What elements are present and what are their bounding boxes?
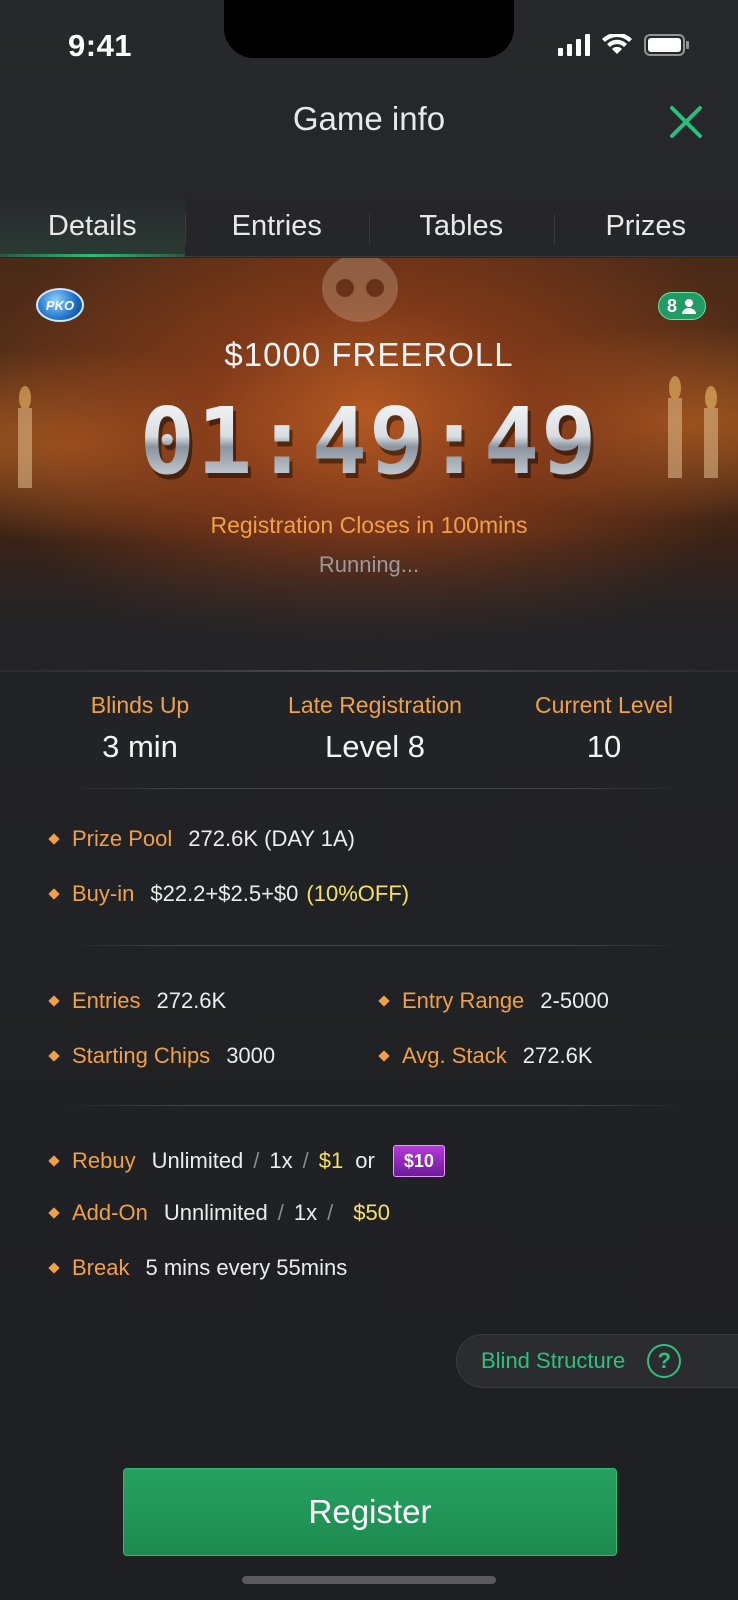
diamond-bullet-icon [48,1262,60,1274]
stat-late-registration: Late Registration Level 8 [280,692,470,765]
home-indicator [242,1576,496,1584]
entry-range-row: Entry Range 2-5000 [378,988,609,1014]
close-icon [670,106,702,138]
rebuy-or: or [355,1148,375,1173]
tournament-banner: PKO 8 $1000 FREEROLL 01:49:49 01:49:49 R… [0,258,738,670]
tab-entries[interactable]: Entries [184,192,370,256]
avg-stack-row: Avg. Stack 272.6K [378,1043,593,1069]
addon-limit: Unnlimited [163,1200,268,1225]
stat-current-level: Current Level 10 [470,692,738,765]
section-divider [0,670,738,672]
diamond-bullet-icon [378,1050,390,1062]
stat-value: 10 [586,729,622,764]
diamond-bullet-icon [48,1155,60,1167]
tab-tables[interactable]: Tables [369,192,554,256]
person-icon [682,299,696,314]
addon-count: 1x [293,1200,318,1225]
banner-fade [0,530,738,670]
break-label: Break [72,1255,130,1280]
registration-closes-text: Registration Closes in 100mins [210,512,528,538]
entries-label: Entries [72,988,141,1013]
divider [60,788,690,789]
separator: / [302,1148,309,1173]
wifi-icon [602,34,632,54]
page-title: Game info [292,100,446,137]
stat-label: Current Level [534,692,674,718]
prize-pool-value: 272.6K (DAY 1A) [188,826,355,851]
starting-chips-value: 3000 [226,1043,276,1068]
skull-decoration-icon [322,258,398,322]
player-count-badge: 8 [657,292,706,320]
rebuy-limit: Unlimited [151,1148,244,1173]
game-info-screen: 9:41 Game info Details Entries Tables Pr… [0,0,738,1600]
diamond-bullet-icon [48,833,60,845]
buy-in-row: Buy-in $22.2+$2.5+$0 (10%OFF) [48,881,409,907]
status-icons [558,34,690,56]
addon-row: Add-On Unnlimited / 1x / $50 [48,1200,390,1226]
entry-range-value: 2-5000 [540,988,609,1013]
tab-details[interactable]: Details [0,192,185,257]
blind-structure-button[interactable]: Blind Structure ? [456,1334,738,1388]
break-row: Break 5 mins every 55mins [48,1255,347,1281]
cellular-signal-icon [558,34,590,56]
diamond-bullet-icon [48,1050,60,1062]
blind-structure-label: Blind Structure [481,1348,626,1373]
countdown-timer: 01:49:49 [0,388,738,495]
stats-row: Blinds Up 3 min Late Registration Level … [0,692,738,765]
addon-label: Add-On [72,1200,148,1225]
prize-pool-row: Prize Pool 272.6K (DAY 1A) [48,826,355,852]
stat-value: 3 min [102,729,178,764]
entry-range-label: Entry Range [402,988,525,1013]
rebuy-price: $1 [318,1148,344,1173]
tab-prizes[interactable]: Prizes [553,192,738,256]
register-button[interactable]: Register [123,1468,617,1556]
battery-icon [644,34,689,56]
addon-price: $50 [353,1200,390,1225]
stat-value: Level 8 [325,729,425,764]
help-icon: ? [647,1344,682,1378]
buy-in-value: $22.2+$2.5+$0 [150,881,299,906]
buy-in-label: Buy-in [72,881,135,906]
status-bar: 9:41 [0,0,738,96]
tournament-title: $1000 FREEROLL [224,336,514,373]
close-button[interactable] [664,100,708,144]
stat-label: Late Registration [288,692,462,718]
diamond-bullet-icon [48,995,60,1007]
status-time: 9:41 [68,28,133,63]
rebuy-count: 1x [269,1148,293,1173]
player-count: 8 [666,295,677,316]
separator: / [253,1148,260,1173]
rebuy-label: Rebuy [72,1148,136,1173]
stat-label: Blinds Up [90,692,190,718]
tab-bar: Details Entries Tables Prizes [0,192,738,257]
stat-blinds-up: Blinds Up 3 min [0,692,280,765]
ticket-badge: $10 [392,1145,445,1177]
separator: / [277,1200,284,1225]
entries-row: Entries 272.6K [48,988,226,1014]
camera-notch [224,0,514,58]
entries-value: 272.6K [156,988,227,1013]
starting-chips-label: Starting Chips [72,1043,211,1068]
rebuy-row: Rebuy Unlimited / 1x / $1 or $10 [48,1145,445,1177]
starting-chips-row: Starting Chips 3000 [48,1043,275,1069]
diamond-bullet-icon [378,995,390,1007]
pko-badge: PKO [36,288,84,322]
separator: / [327,1200,334,1225]
divider [60,1105,690,1106]
buy-in-discount: (10%OFF) [306,881,410,906]
break-value: 5 mins every 55mins [145,1255,348,1280]
avg-stack-label: Avg. Stack [402,1043,507,1068]
avg-stack-value: 272.6K [522,1043,593,1068]
tournament-status: Running... [318,552,420,577]
prize-pool-label: Prize Pool [72,826,173,851]
diamond-bullet-icon [48,1207,60,1219]
divider [60,945,690,946]
diamond-bullet-icon [48,888,60,900]
